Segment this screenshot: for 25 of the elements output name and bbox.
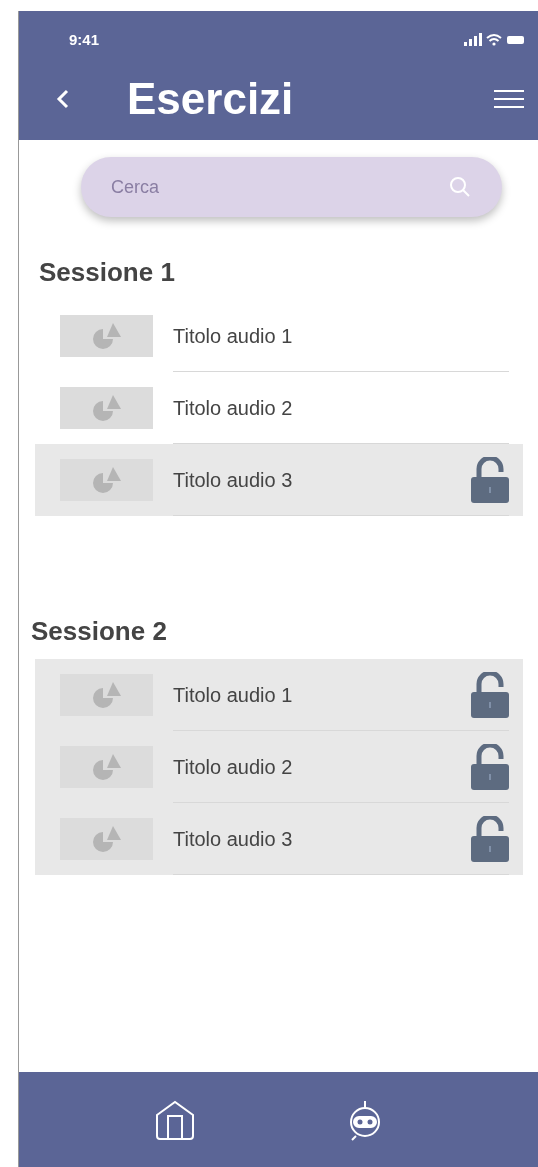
audio-title: Titolo audio 3 xyxy=(173,826,294,852)
home-icon[interactable] xyxy=(153,1098,196,1141)
back-icon xyxy=(56,87,70,110)
status-icons xyxy=(464,33,524,48)
audio-title: Titolo audio 2 xyxy=(173,754,294,780)
audio-title: Titolo audio 1 xyxy=(173,682,294,708)
unlocked-padlock-icon xyxy=(471,815,509,862)
screen-title: Esercizi xyxy=(127,72,295,125)
audio-list-item[interactable]: Titolo audio 2 xyxy=(35,731,523,803)
unlocked-padlock-icon xyxy=(471,456,509,503)
session-heading: Sessione 2 xyxy=(31,616,167,646)
audio-list-item[interactable]: Titolo audio 3 xyxy=(35,803,523,875)
search-icon xyxy=(448,175,472,199)
search-field[interactable]: Cerca xyxy=(81,157,502,217)
audio-list-item[interactable]: Titolo audio 3 xyxy=(35,444,523,516)
audio-title: Titolo audio 3 xyxy=(173,467,294,493)
audio-list-item[interactable]: Titolo audio 1 xyxy=(35,659,523,731)
audio-title: Titolo audio 1 xyxy=(173,323,294,349)
unlocked-padlock-icon xyxy=(471,743,509,790)
status-time: 9:41 xyxy=(69,30,100,50)
audio-list-item[interactable]: Titolo audio 2 xyxy=(35,372,523,444)
audio-list-item[interactable]: Titolo audio 1 xyxy=(35,300,523,372)
audio-title: Titolo audio 2 xyxy=(173,395,294,421)
session-heading: Sessione 1 xyxy=(39,257,175,287)
unlocked-padlock-icon xyxy=(471,671,509,718)
